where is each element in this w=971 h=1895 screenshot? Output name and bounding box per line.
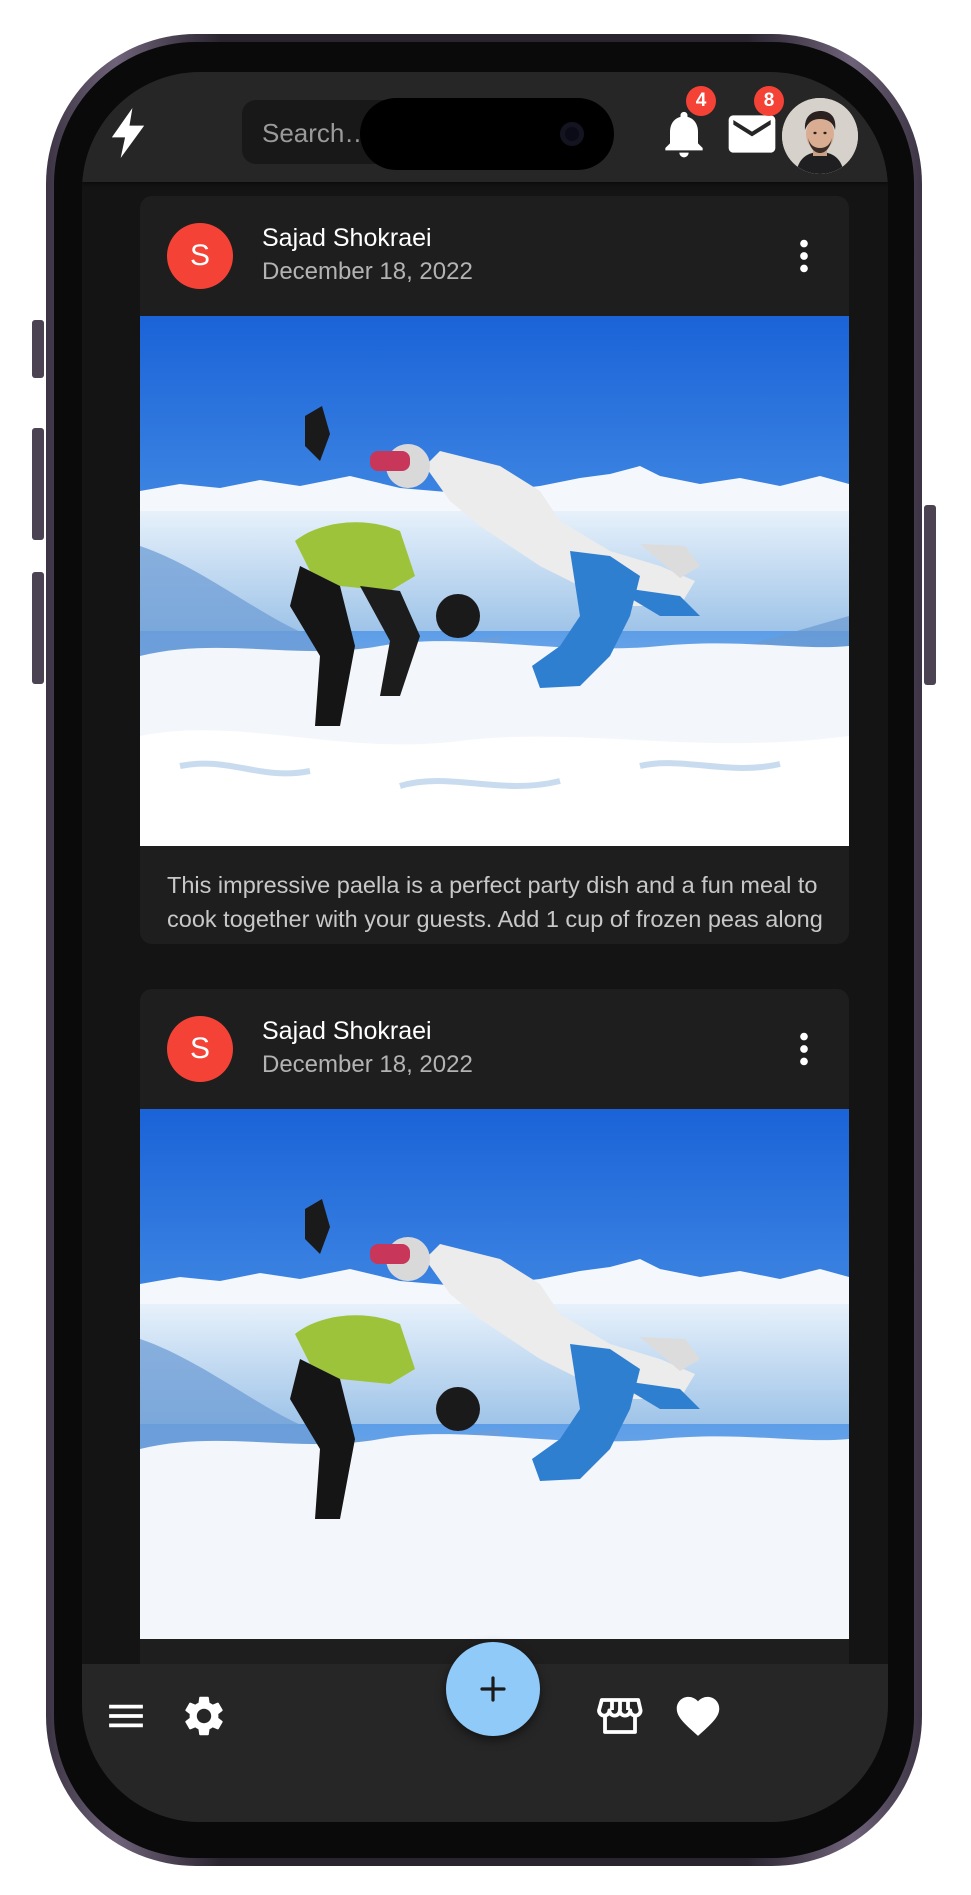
side-button-power (924, 505, 936, 685)
post-header: S Sajad Shokraei December 18, 2022 (140, 989, 849, 1109)
user-photo (782, 98, 858, 174)
post-image (140, 316, 849, 846)
author-avatar[interactable]: S (167, 223, 233, 289)
messages-badge: 8 (754, 86, 784, 116)
notifications-badge: 4 (686, 86, 716, 116)
user-avatar[interactable] (782, 98, 858, 174)
app-bar: 4 8 (82, 72, 888, 182)
add-post-button[interactable] (446, 1642, 540, 1736)
favorites-button[interactable] (668, 1686, 728, 1746)
messages-button[interactable]: 8 (724, 86, 784, 162)
dynamic-island (360, 98, 614, 170)
notifications-button[interactable]: 4 (656, 86, 716, 162)
menu-button[interactable] (96, 1686, 156, 1746)
settings-button[interactable] (174, 1686, 234, 1746)
store-icon (597, 1698, 643, 1734)
author-avatar[interactable]: S (167, 1016, 233, 1082)
store-button[interactable] (590, 1686, 650, 1746)
author-name: Sajad Shokraei (262, 1017, 432, 1045)
author-name: Sajad Shokraei (262, 224, 432, 252)
more-vert-icon[interactable] (781, 1021, 827, 1077)
plus-icon (480, 1676, 506, 1702)
heart-icon (676, 1696, 720, 1736)
post-image (140, 1109, 849, 1639)
phone-screen: 4 8 S Sajad Shokraei Dece (82, 72, 888, 1822)
side-button-action (32, 320, 44, 378)
side-button-volume-down (32, 572, 44, 684)
post-card: S Sajad Shokraei December 18, 2022 (140, 196, 849, 944)
more-vert-icon[interactable] (781, 228, 827, 284)
post-card: S Sajad Shokraei December 18, 2022 (140, 989, 849, 1689)
gear-icon (185, 1696, 223, 1736)
post-text: This impressive paella is a perfect part… (167, 872, 823, 944)
bolt-icon[interactable] (110, 108, 146, 158)
side-button-volume-up (32, 428, 44, 540)
post-date: December 18, 2022 (262, 258, 473, 285)
post-date: December 18, 2022 (262, 1051, 473, 1078)
post-header: S Sajad Shokraei December 18, 2022 (140, 196, 849, 316)
menu-icon (109, 1704, 143, 1728)
camera-lens (560, 122, 584, 146)
